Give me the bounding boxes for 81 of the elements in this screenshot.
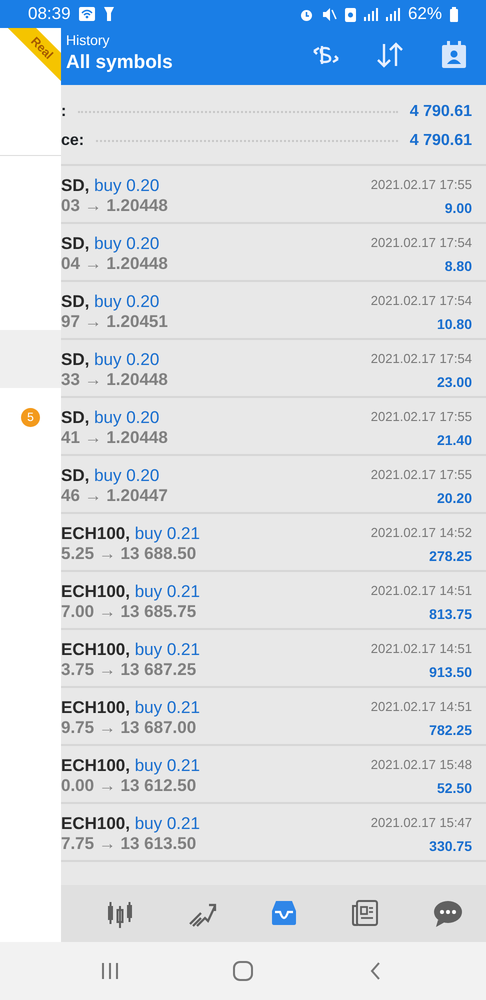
clock-text: 08:39 [28, 3, 71, 26]
deal-row[interactable]: SD, buy 0.20 46 → 1.20447 2021.02.17 17:55 20.20 [61, 456, 486, 514]
deal-profit: 913.50 [428, 663, 472, 682]
deal-profit: 21.40 [436, 431, 472, 450]
deal-time: 2021.02.17 15:47 [370, 814, 472, 832]
deal-row[interactable]: ECH100, buy 0.21 3.75 → 13 687.25 2021.02.17 14:51 913.50 [61, 630, 486, 688]
deal-row[interactable]: SD, buy 0.20 04 → 1.20448 2021.02.17 17:54 8.80 [61, 224, 486, 282]
deal-profit: 8.80 [444, 257, 472, 276]
deal-row[interactable]: SD, buy 0.20 33 → 1.20448 2021.02.17 17:54 23.00 [61, 340, 486, 398]
home-icon [232, 960, 254, 982]
header-title: All symbols [66, 51, 174, 75]
deal-profit: 278.25 [428, 547, 472, 566]
calendar-icon [439, 40, 469, 70]
battery-text: 62% [408, 3, 442, 26]
deal-time: 2021.02.17 15:48 [370, 756, 472, 774]
deal-profit: 23.00 [436, 373, 472, 392]
deal-time: 2021.02.17 17:54 [370, 234, 472, 252]
deal-prices: 7.75 → 13 613.50 [61, 834, 198, 854]
deal-row[interactable]: SD, buy 0.20 03 → 1.20448 2021.02.17 17:55 9.00 [61, 166, 486, 224]
signal-icon [364, 7, 378, 21]
deal-prices: 04 → 1.20448 [61, 254, 168, 274]
deal-profit: 813.75 [428, 605, 472, 624]
deal-prices: 33 → 1.20448 [61, 370, 168, 390]
deal-time: 2021.02.17 17:54 [370, 350, 472, 368]
flashlight-icon [102, 6, 115, 22]
deal-row[interactable]: ECH100, buy 0.21 5.25 → 13 688.50 2021.02.17 14:52 278.25 [61, 514, 486, 572]
deal-row[interactable]: ECH100, buy 0.21 9.75 → 13 687.00 2021.02.17 14:51 782.25 [61, 688, 486, 746]
deal-profit: 9.00 [444, 199, 472, 218]
deal-time: 2021.02.17 14:52 [370, 524, 472, 542]
deal-time: 2021.02.17 14:51 [370, 640, 472, 658]
deal-title: ECH100, buy 0.21 [61, 640, 200, 660]
battery-saver-icon [344, 6, 356, 22]
battery-icon [450, 6, 458, 22]
deal-title: SD, buy 0.20 [61, 408, 160, 428]
deal-time: 2021.02.17 14:51 [370, 582, 472, 600]
deal-prices: 0.00 → 13 612.50 [61, 776, 198, 796]
summary-label: : [61, 102, 66, 122]
header-subtitle: History [66, 32, 111, 48]
deal-title: ECH100, buy 0.21 [61, 698, 200, 718]
deal-time: 2021.02.17 14:51 [370, 698, 472, 716]
deal-title: SD, buy 0.20 [61, 234, 160, 254]
summary-label: ce: [61, 130, 84, 150]
summary-value: 4 790.61 [410, 130, 472, 150]
deal-title: ECH100, buy 0.21 [61, 814, 200, 834]
recent-apps-icon [99, 960, 121, 982]
count-badge: 5 [21, 408, 40, 426]
deal-row[interactable]: SD, buy 0.20 41 → 1.20448 2021.02.17 17:55 21.40 [61, 398, 486, 456]
mute-icon [322, 6, 337, 22]
deal-profit: 20.20 [436, 489, 472, 508]
deal-title: SD, buy 0.20 [61, 176, 160, 196]
deal-prices: 46 → 1.20447 [61, 486, 168, 506]
deal-title: ECH100, buy 0.21 [61, 582, 200, 602]
deal-time: 2021.02.17 17:55 [370, 408, 472, 426]
signal-icon [386, 7, 400, 21]
deal-prices: 9.75 → 13 687.00 [61, 718, 198, 738]
deal-prices: 97 → 1.20451 [61, 312, 168, 332]
highlight-band [0, 330, 61, 388]
deal-profit: 52.50 [436, 779, 472, 798]
deal-prices: 5.25 → 13 688.50 [61, 544, 198, 564]
wifi-icon [78, 7, 95, 21]
deal-profit: 330.75 [428, 837, 472, 856]
deal-title: ECH100, buy 0.21 [61, 756, 200, 776]
sort-icon [375, 40, 405, 70]
deal-time: 2021.02.17 17:55 [370, 176, 472, 194]
deal-time: 2021.02.17 17:55 [370, 466, 472, 484]
deal-prices: 7.00 → 13 685.75 [61, 602, 198, 622]
deal-row[interactable]: ECH100, buy 0.21 7.00 → 13 685.75 2021.02.17 14:51 813.75 [61, 572, 486, 630]
deal-prices: 41 → 1.20448 [61, 428, 168, 448]
deal-profit: 782.25 [428, 721, 472, 740]
deal-row[interactable]: SD, buy 0.20 97 → 1.20451 2021.02.17 17:54 10.80 [61, 282, 486, 340]
deal-title: SD, buy 0.20 [61, 466, 160, 486]
deal-title: ECH100, buy 0.21 [61, 524, 200, 544]
deal-row[interactable]: ECH100, buy 0.21 0.00 → 13 612.50 2021.02.17 15:48 52.50 [61, 746, 486, 804]
deal-prices: 03 → 1.20448 [61, 196, 168, 216]
deal-profit: 10.80 [436, 315, 472, 334]
summary-value: 4 790.61 [410, 102, 472, 122]
deal-title: SD, buy 0.20 [61, 292, 160, 312]
deal-time: 2021.02.17 17:54 [370, 292, 472, 310]
deal-prices: 3.75 → 13 687.25 [61, 660, 198, 680]
deal-title: SD, buy 0.20 [61, 350, 160, 370]
deal-row[interactable]: ECH100, buy 0.21 7.75 → 13 613.50 2021.02.17 15:47 330.75 [61, 804, 486, 862]
